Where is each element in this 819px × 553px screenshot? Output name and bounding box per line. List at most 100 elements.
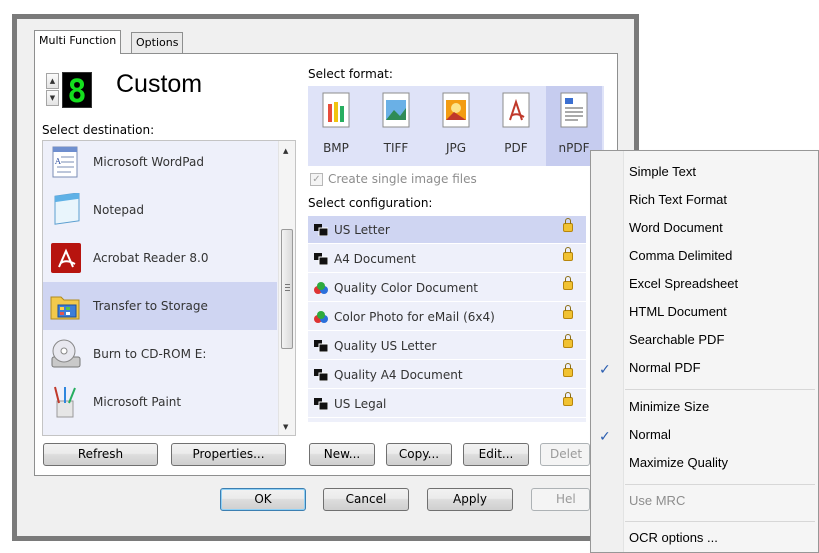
menu-item-excel[interactable]: Excel Spreadsheet — [629, 271, 738, 297]
folder-storage-icon — [49, 289, 83, 323]
lock-icon — [563, 363, 573, 377]
configuration-label: Select configuration: — [308, 196, 433, 210]
format-jpg[interactable]: JPG — [428, 86, 484, 166]
list-item-notepad[interactable]: Notepad — [43, 186, 277, 234]
menu-item-comma-delimited[interactable]: Comma Delimited — [629, 243, 732, 269]
lock-icon — [563, 305, 573, 319]
tab-multi-function[interactable]: Multi Function — [34, 30, 122, 54]
properties-button[interactable]: Properties... — [171, 443, 286, 466]
cancel-button[interactable]: Cancel — [323, 488, 409, 511]
config-item-label: Quality A4 Document — [334, 367, 463, 382]
lock-icon — [563, 276, 573, 290]
menu-item-word-document[interactable]: Word Document — [629, 215, 723, 241]
bw-scan-icon — [314, 252, 329, 265]
menu-item-use-mrc[interactable]: Use MRC — [629, 488, 685, 514]
config-item-label: Color Photo for eMail (6x4) — [334, 309, 495, 324]
list-item-label: Acrobat Reader 8.0 — [93, 251, 209, 265]
config-item-quality-us-letter[interactable]: Quality US Letter — [308, 332, 586, 360]
menu-item-simple-text[interactable]: Simple Text — [629, 159, 696, 185]
refresh-button[interactable]: Refresh — [43, 443, 158, 466]
edit-config-button[interactable]: Edit... — [463, 443, 529, 466]
tab-options[interactable]: Options — [131, 32, 184, 54]
menu-separator — [625, 389, 815, 390]
menu-item-minimize-size[interactable]: Minimize Size — [629, 394, 709, 420]
profile-number-display: 8 — [62, 72, 92, 109]
config-item-quality-a4[interactable]: Quality A4 Document — [308, 361, 586, 389]
format-label: Select format: — [308, 67, 393, 81]
apply-button[interactable]: Apply — [427, 488, 513, 511]
list-item-label: Burn to CD-ROM E: — [93, 347, 207, 361]
config-item-us-legal[interactable]: US Legal — [308, 390, 586, 418]
list-item-burn-cd[interactable]: Burn to CD-ROM E: — [43, 330, 277, 378]
bw-scan-icon — [314, 339, 329, 352]
npdf-options-menu: Simple Text Rich Text Format Word Docume… — [590, 150, 819, 553]
check-icon: ✓ — [599, 429, 611, 445]
bw-scan-icon — [314, 368, 329, 381]
format-tiff[interactable]: TIFF — [368, 86, 424, 166]
configuration-list[interactable]: US Letter A4 Document Quality Color Docu… — [308, 216, 586, 422]
scroll-down-arrow-icon[interactable]: ▼ — [283, 423, 288, 431]
delete-config-button[interactable]: Delet — [540, 443, 590, 466]
config-item-color-photo[interactable]: Color Photo for eMail (6x4) — [308, 303, 586, 331]
list-item-label: Microsoft WordPad — [93, 155, 204, 169]
scroll-up-arrow-icon[interactable]: ▲ — [283, 147, 288, 155]
color-scan-icon — [314, 310, 328, 323]
bw-scan-icon — [314, 223, 329, 236]
scroll-thumb[interactable] — [281, 229, 293, 349]
ok-button[interactable]: OK — [220, 488, 306, 511]
config-item-label: Quality US Letter — [334, 338, 437, 353]
menu-gutter — [591, 151, 624, 552]
menu-item-normal[interactable]: Normal — [629, 422, 671, 448]
pdf-icon — [502, 92, 530, 128]
list-item-transfer-storage[interactable]: Transfer to Storage — [43, 282, 277, 330]
list-item-wordpad[interactable]: A Microsoft WordPad — [43, 141, 277, 186]
color-scan-icon — [314, 281, 328, 294]
jpg-icon — [442, 92, 470, 128]
list-item-acrobat[interactable]: Acrobat Reader 8.0 — [43, 234, 277, 282]
lock-icon — [563, 218, 573, 232]
menu-item-normal-pdf[interactable]: Normal PDF — [629, 355, 701, 381]
copy-config-button[interactable]: Copy... — [386, 443, 452, 466]
menu-item-searchable-pdf[interactable]: Searchable PDF — [629, 327, 724, 353]
menu-separator — [625, 521, 815, 522]
format-selector[interactable]: BMP TIFF JPG PDF nPDF — [308, 86, 604, 166]
config-item-us-letter[interactable]: US Letter — [308, 216, 586, 244]
wordpad-icon: A — [49, 145, 83, 179]
format-label-text: TIFF — [383, 141, 409, 155]
destination-list[interactable]: A Microsoft WordPad Notepad Acrobat Read… — [42, 140, 296, 436]
format-label-text: PDF — [504, 141, 528, 155]
format-bmp[interactable]: BMP — [308, 86, 364, 166]
cd-burn-icon — [49, 337, 83, 371]
spin-up-button[interactable]: ▲ — [46, 73, 59, 89]
config-item-a4[interactable]: A4 Document — [308, 245, 586, 273]
paint-icon — [49, 385, 83, 419]
list-item-label: Notepad — [93, 203, 144, 217]
single-image-label: Create single image files — [328, 172, 477, 186]
format-pdf[interactable]: PDF — [488, 86, 544, 166]
help-button[interactable]: Hel — [531, 488, 590, 511]
bmp-icon — [322, 92, 350, 128]
menu-item-rich-text[interactable]: Rich Text Format — [629, 187, 727, 213]
single-image-checkbox[interactable]: ✓ — [310, 173, 323, 186]
list-item-paint[interactable]: Microsoft Paint — [43, 378, 277, 426]
list-item-label: Microsoft Paint — [93, 395, 182, 409]
destination-scrollbar[interactable]: ▲ ▼ — [278, 141, 295, 435]
config-item-label: Quality Color Document — [334, 280, 479, 295]
new-config-button[interactable]: New... — [309, 443, 375, 466]
lock-icon — [563, 334, 573, 348]
destination-label: Select destination: — [42, 123, 155, 137]
spin-down-button[interactable]: ▼ — [46, 90, 59, 106]
config-item-label: A4 Document — [334, 251, 416, 266]
tiff-icon — [382, 92, 410, 128]
config-item-quality-color[interactable]: Quality Color Document — [308, 274, 586, 302]
menu-separator — [625, 484, 815, 485]
lock-icon — [563, 392, 573, 406]
list-item-label: Transfer to Storage — [93, 299, 208, 313]
notepad-icon — [49, 192, 83, 227]
menu-item-html[interactable]: HTML Document — [629, 299, 727, 325]
npdf-icon — [560, 92, 588, 128]
config-item-label: US Letter — [334, 222, 390, 237]
menu-item-ocr-options[interactable]: OCR options ... — [629, 525, 718, 551]
check-icon: ✓ — [599, 362, 611, 378]
menu-item-maximize-quality[interactable]: Maximize Quality — [629, 450, 728, 476]
